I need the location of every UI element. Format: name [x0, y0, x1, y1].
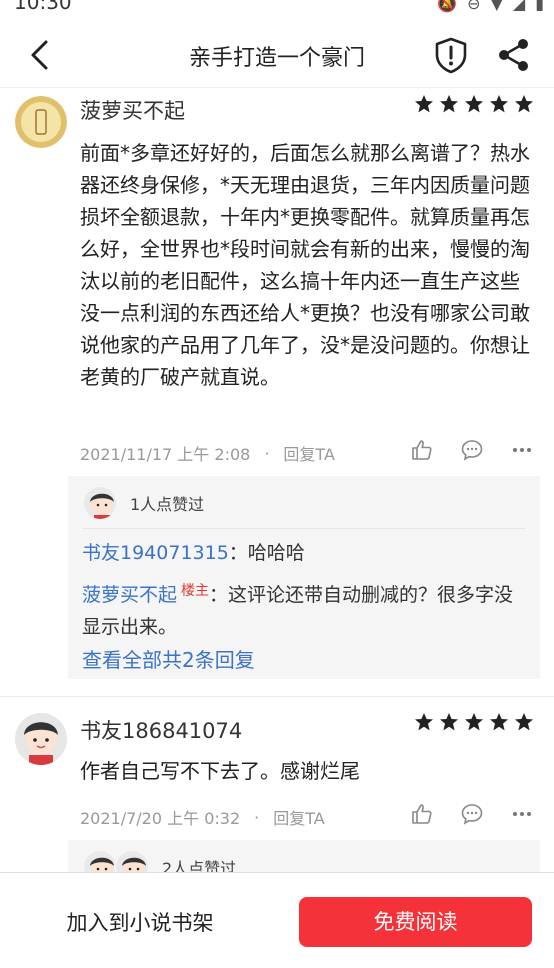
rating-stars	[414, 94, 534, 114]
username[interactable]: 菠萝买不起	[80, 95, 185, 125]
comment-text: 作者自己写不下去了。感谢烂尾	[80, 759, 360, 783]
likers-row[interactable]: 1人点赞过	[82, 484, 204, 522]
top-nav-bar: 亲手打造一个豪门	[0, 22, 554, 88]
star-icon	[490, 95, 508, 113]
reply-to-button[interactable]: 回复TA	[283, 441, 334, 465]
bottom-action-bar: 加入到小说书架 免费阅读	[0, 872, 554, 968]
star-icon	[515, 95, 533, 113]
star-icon	[415, 713, 433, 731]
meta-dot: ·	[264, 443, 270, 463]
reply-box: 1人点赞过 书友194071315：哈哈哈 菠萝买不起 楼主：这评论还带自动删减的…	[68, 476, 540, 679]
reply-item[interactable]: 书友194071315：哈哈哈	[82, 537, 532, 569]
dnd-icon: ⊖	[467, 0, 481, 13]
avatar-seal-icon	[15, 96, 67, 148]
liker-avatar	[82, 849, 118, 872]
notification-off-icon: 🔕	[437, 0, 458, 13]
star-icon	[515, 713, 533, 731]
comment-list: 菠萝买不起 前面*多章还好好的，后面怎么就那么离谱了？热水器还终身保修，*天无理…	[0, 89, 554, 872]
likers-row[interactable]: 2人点赞过	[82, 848, 236, 872]
default-avatar-icon	[84, 487, 116, 519]
share-icon[interactable]	[496, 36, 532, 74]
more-options-icon[interactable]	[510, 802, 534, 826]
wifi-icon: ▼	[490, 0, 503, 13]
comment-actions	[410, 437, 534, 463]
owner-badge: 楼主	[181, 583, 210, 599]
reply-text: ：哈哈哈	[228, 542, 305, 564]
page-title: 亲手打造一个豪门	[188, 46, 365, 71]
star-icon	[440, 713, 458, 731]
comment-bubble-icon[interactable]	[460, 802, 484, 826]
comment-separator	[0, 696, 554, 697]
comment-actions	[410, 801, 534, 827]
status-time: 10:30	[14, 0, 72, 14]
user-avatar[interactable]	[15, 713, 67, 765]
star-icon	[490, 713, 508, 731]
reply-item[interactable]: 菠萝买不起 楼主：这评论还带自动删减的？很多字没显示出来。	[82, 575, 532, 643]
reply-username[interactable]: 书友194071315	[82, 542, 229, 564]
username[interactable]: 书友186841074	[80, 715, 242, 745]
liker-avatar	[82, 485, 118, 521]
thumbs-up-icon[interactable]	[410, 802, 434, 826]
likes-count-text: 2人点赞过	[162, 859, 237, 872]
status-icons: 🔕 ⊖ ▼ ◢ ▮	[437, 0, 544, 13]
signal-icon: ◢	[512, 0, 526, 13]
star-icon	[465, 713, 483, 731]
free-read-button[interactable]: 免费阅读	[299, 897, 532, 947]
comment-meta: 2021/11/17 上午 2:08 · 回复TA	[80, 441, 335, 465]
star-icon	[440, 95, 458, 113]
comment-time: 2021/11/17 上午 2:08	[80, 445, 251, 464]
star-icon	[465, 95, 483, 113]
view-all-replies-link[interactable]: 查看全部共2条回复	[82, 644, 255, 673]
likes-count-text: 1人点赞过	[130, 495, 205, 514]
liker-avatar	[114, 849, 150, 872]
meta-dot: ·	[254, 807, 260, 827]
reply-username[interactable]: 菠萝买不起	[82, 584, 177, 606]
reply-to-button[interactable]: 回复TA	[273, 805, 324, 829]
status-bar: 10:30 🔕 ⊖ ▼ ◢ ▮	[0, 0, 554, 14]
comment-bubble-icon[interactable]	[460, 438, 484, 462]
more-options-icon[interactable]	[510, 438, 534, 462]
battery-icon: ▮	[535, 0, 544, 13]
comment-time: 2021/7/20 上午 0:32	[80, 809, 241, 828]
reply-divider	[82, 528, 526, 529]
default-avatar-icon	[116, 851, 148, 872]
rating-stars	[414, 712, 534, 732]
add-to-bookshelf-button[interactable]: 加入到小说书架	[40, 903, 240, 943]
comment-meta: 2021/7/20 上午 0:32 · 回复TA	[80, 805, 325, 829]
default-avatar-icon	[84, 851, 116, 872]
default-avatar-icon	[15, 713, 67, 765]
comment-text: 前面*多章还好好的，后面怎么就那么离谱了？热水器还终身保修，*天无理由退货，三年…	[80, 141, 530, 389]
star-icon	[415, 95, 433, 113]
reply-box: 2人点赞过	[68, 840, 540, 872]
thumbs-up-icon[interactable]	[410, 438, 434, 462]
report-shield-icon[interactable]	[432, 36, 470, 74]
user-avatar[interactable]	[15, 96, 67, 148]
